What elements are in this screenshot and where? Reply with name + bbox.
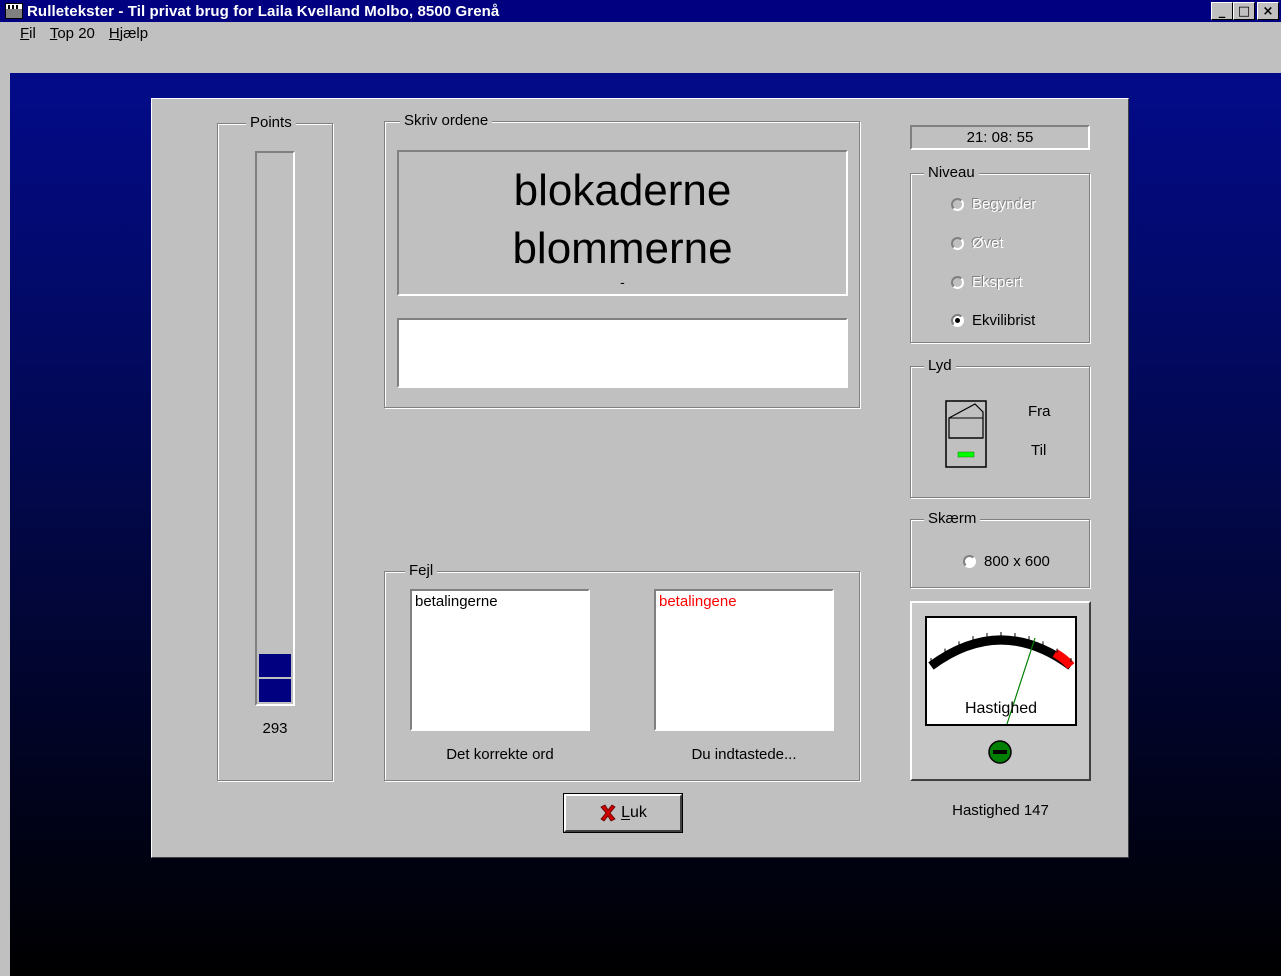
app-icon[interactable] <box>5 3 23 19</box>
radio-indicator <box>951 237 964 250</box>
correct-word-caption: Det korrekte ord <box>446 746 554 763</box>
lyd-legend: Lyd <box>924 357 956 375</box>
points-value: 293 <box>262 720 288 737</box>
x-icon <box>600 804 616 822</box>
lyd-fra-label[interactable]: Fra <box>1028 403 1051 420</box>
word-line-2: blommerne <box>512 224 733 273</box>
speed-value-text: Hastighed 147 <box>952 802 1049 819</box>
skaerm-group: Skærm 800 x 600 <box>910 510 1090 588</box>
radio-800x600[interactable]: 800 x 600 <box>963 553 1050 570</box>
radio-ekspert[interactable]: Ekspert <box>951 274 1023 291</box>
close-icon: × <box>1262 3 1274 19</box>
radio-indicator <box>951 314 964 327</box>
speed-meter-label: Hastighed <box>964 700 1038 717</box>
radio-indicator <box>963 555 976 568</box>
fejl-group: Fejl betalingerne betalingene Det korrek… <box>384 562 860 781</box>
menu-hjaelp[interactable]: Hjælp <box>102 25 155 42</box>
list-item[interactable]: betalingene <box>659 593 829 610</box>
skaerm-legend: Skærm <box>924 510 981 528</box>
window-border <box>0 73 10 976</box>
radio-label: Ekspert <box>972 274 1023 291</box>
window-controls: _ □ × <box>1211 2 1279 20</box>
points-bar-block <box>259 654 291 677</box>
radio-label: Begynder <box>972 196 1037 213</box>
typed-word-caption: Du indtastede... <box>691 746 797 763</box>
radio-ekvilibrist[interactable]: Ekvilibrist <box>951 312 1035 329</box>
menu-top20[interactable]: Top 20 <box>43 25 102 42</box>
niveau-legend: Niveau <box>924 164 979 182</box>
speed-meter-face: Hastighed <box>925 616 1077 726</box>
sound-switch-icon[interactable] <box>945 400 989 470</box>
main-panel: Points 293 Skriv ordene blokaderne blomm… <box>151 98 1129 858</box>
typed-words-list[interactable]: betalingene <box>654 589 834 731</box>
maximize-icon: □ <box>1237 3 1251 19</box>
lyd-til-label[interactable]: Til <box>1031 442 1046 459</box>
menu-fil[interactable]: Fil <box>0 25 43 42</box>
points-group: Points 293 <box>217 114 333 781</box>
speed-meter: Hastighed <box>910 601 1091 781</box>
radio-label: 800 x 600 <box>984 553 1050 570</box>
minimize-button[interactable]: _ <box>1211 2 1233 20</box>
points-bar <box>255 151 295 706</box>
radio-indicator <box>951 198 964 211</box>
word-line-3: - <box>620 274 625 290</box>
niveau-group: Niveau Begynder Øvet Ekspert Ekvilibrist <box>910 164 1090 343</box>
luk-button[interactable]: Luk <box>563 793 683 833</box>
title-bar: Rulletekster - Til privat brug for Laila… <box>0 0 1281 22</box>
radio-oevet[interactable]: Øvet <box>951 235 1004 252</box>
points-legend: Points <box>246 114 296 132</box>
speed-led-icon <box>988 740 1012 764</box>
radio-label: Ekvilibrist <box>972 312 1036 329</box>
skriv-ordene-legend: Skriv ordene <box>400 112 493 130</box>
radio-begynder[interactable]: Begynder <box>951 196 1036 213</box>
skriv-ordene-group: Skriv ordene blokaderne blommerne - <box>384 112 860 408</box>
word-input[interactable] <box>397 318 848 388</box>
word-display: blokaderne blommerne - <box>397 150 848 296</box>
close-window-button[interactable]: × <box>1257 2 1279 20</box>
list-item[interactable]: betalingerne <box>415 593 585 610</box>
word-line-1: blokaderne <box>513 166 732 215</box>
radio-label: Øvet <box>972 235 1004 252</box>
fejl-legend: Fejl <box>405 562 438 580</box>
points-bar-fill <box>259 652 291 702</box>
clock-text: 21: 08: 55 <box>966 129 1034 146</box>
clock-display: 21: 08: 55 <box>910 125 1090 150</box>
points-bar-block <box>259 679 291 702</box>
radio-indicator <box>951 276 964 289</box>
window-title: Rulletekster - Til privat brug for Laila… <box>27 2 500 20</box>
minimize-icon: _ <box>1218 3 1226 19</box>
menu-bar: Fil Top 20 Hjælp <box>0 22 1281 44</box>
maximize-button[interactable]: □ <box>1233 2 1255 20</box>
lyd-group: Lyd Fra Til <box>910 357 1090 498</box>
correct-words-list[interactable]: betalingerne <box>410 589 590 731</box>
luk-label: Luk <box>621 804 647 821</box>
